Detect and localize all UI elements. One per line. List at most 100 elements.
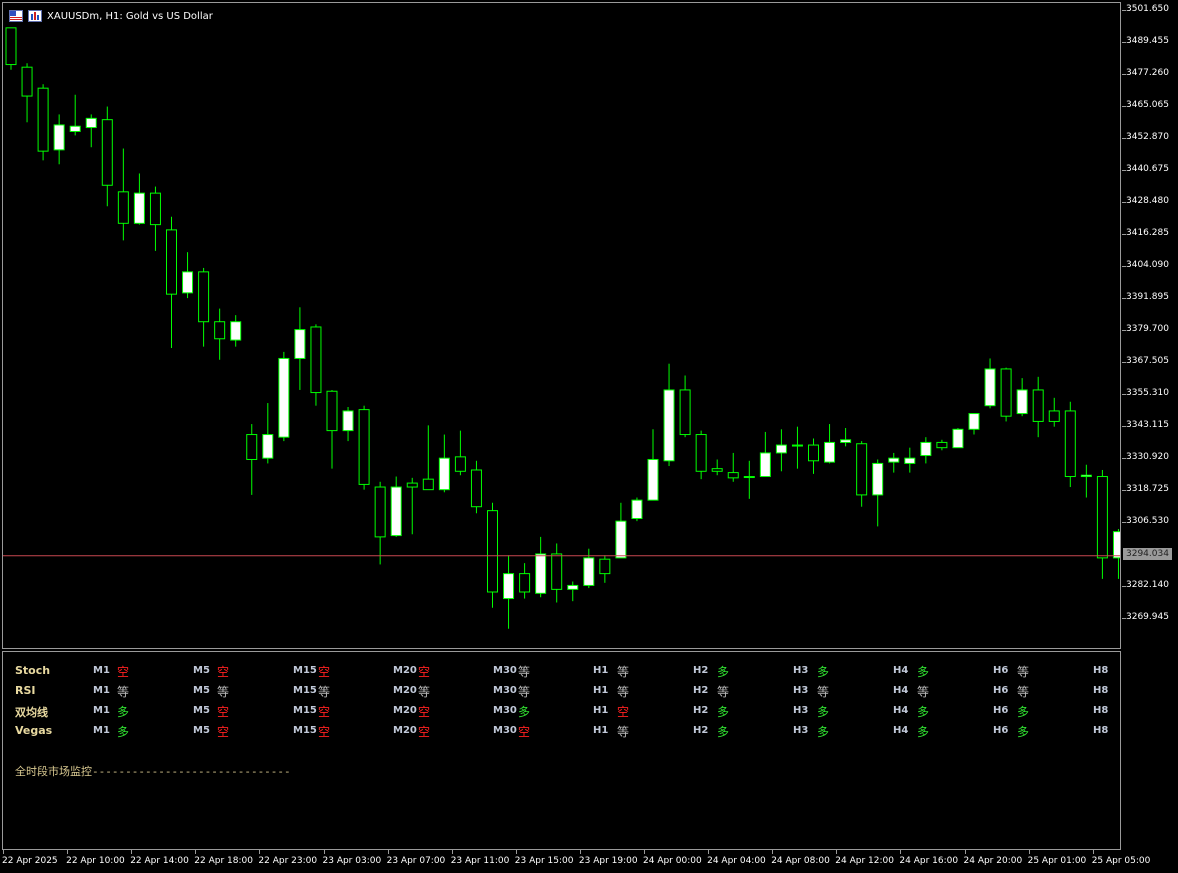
candle [711,459,723,476]
signal-value: 空 [117,665,130,679]
price-label: 3501.650 [1126,4,1169,14]
candlestick-plot [3,27,1120,629]
candle-body [1064,410,1076,478]
candle-body [149,192,161,226]
candle-body [53,124,65,151]
time-label: 24 Apr 04:00 [707,856,766,866]
price-label: 3416.285 [1126,228,1169,238]
timeframe-label: M30 [493,725,517,736]
timeframe-label: H8 [1093,685,1109,696]
price-label: 3306.530 [1126,516,1169,526]
candle [583,548,595,589]
candle [294,307,306,390]
signal-value: 空 [318,665,331,679]
time-axis: 22 Apr 2025 22 Apr 10:00 22 Apr 14:00 22 Ap… [0,850,1178,873]
price-label: 3379.700 [1126,324,1169,334]
signal-value: 等 [617,725,630,739]
candle-body [888,457,900,463]
candle-body [278,357,290,438]
candle [775,429,787,472]
candle [535,536,547,598]
candle-body [663,389,675,462]
price-label: 3465.065 [1126,100,1169,110]
price-label: 3404.090 [1126,260,1169,270]
time-label: 24 Apr 00:00 [643,856,702,866]
signal-value: 多 [917,665,930,679]
timeframe-label: M20 [393,705,417,716]
signal-value: 多 [117,705,130,719]
signal-value: 多 [717,725,730,739]
candle-body [1032,389,1044,422]
timeframe-label: H3 [793,665,809,676]
chart-window[interactable]: XAUUSDm, H1: Gold vs US Dollar [2,2,1121,649]
signal-value: 空 [518,725,531,739]
timeframe-label: H3 [793,705,809,716]
timeframe-label: H8 [1093,725,1109,736]
candle [406,477,418,535]
time-tick [515,850,517,854]
timeframe-label: H3 [793,725,809,736]
signal-value: 等 [617,685,630,699]
signal-value: 多 [917,725,930,739]
candle [246,424,258,495]
candle [470,460,482,514]
candle-body [856,443,868,496]
time-label: 24 Apr 08:00 [771,856,830,866]
candle-body [342,410,354,432]
time-tick [1028,850,1030,854]
candle [663,363,675,467]
signal-value: 空 [217,725,230,739]
candle-body [69,125,81,132]
time-label: 23 Apr 15:00 [514,856,574,866]
price-label: 3477.260 [1126,68,1169,78]
indicator-row-label: Vegas [15,724,53,737]
candle-body [615,520,627,559]
signal-value: 多 [817,705,830,719]
candle-body [968,413,980,430]
time-label: 24 Apr 16:00 [899,856,959,866]
time-tick [387,850,389,854]
time-tick [644,850,645,854]
candle-body [422,478,434,491]
candle-body [647,458,659,501]
price-label: 3343.115 [1126,420,1169,430]
candle-body [519,573,531,593]
timeframe-label: M30 [493,665,517,676]
candle [679,375,691,438]
time-tick [259,850,261,854]
time-label: 24 Apr 20:00 [963,856,1023,866]
candle-body [438,457,450,491]
timeframe-label: H6 [993,705,1009,716]
timeframe-label: M5 [193,725,210,736]
candle-body [1000,368,1012,417]
timeframe-label: H8 [1093,665,1109,676]
candle-body [759,452,771,478]
candle [182,252,194,299]
candle-body [230,321,242,341]
candle-body [551,553,563,590]
time-tick [964,850,966,854]
candle-body [567,584,579,590]
candle [278,351,290,442]
price-label: 3330.920 [1126,452,1169,462]
candle-body [824,441,836,463]
time-label: 22 Apr 23:00 [258,856,318,866]
signal-value: 等 [917,685,930,699]
signal-value: 空 [617,705,630,719]
candle [117,148,129,241]
candle-body [631,499,643,520]
candle [1064,401,1076,488]
candle-body [470,469,482,508]
signal-value: 空 [318,705,331,719]
timeframe-label: M1 [93,685,110,696]
candle-body [21,66,33,97]
signal-value: 多 [1017,705,1030,719]
timeframe-label: M15 [293,685,317,696]
time-tick [708,850,710,854]
candle [872,459,884,527]
candle [230,315,242,347]
candle [904,447,916,473]
time-label: 23 Apr 03:00 [322,856,382,866]
indicator-panel: Stoch M1 空 M5 空 M15 空 M20 空 M30 等 H1 等 H2 多 H3 多 H4 多 H6 等 H8… [2,651,1121,850]
timeframe-label: M1 [93,705,110,716]
